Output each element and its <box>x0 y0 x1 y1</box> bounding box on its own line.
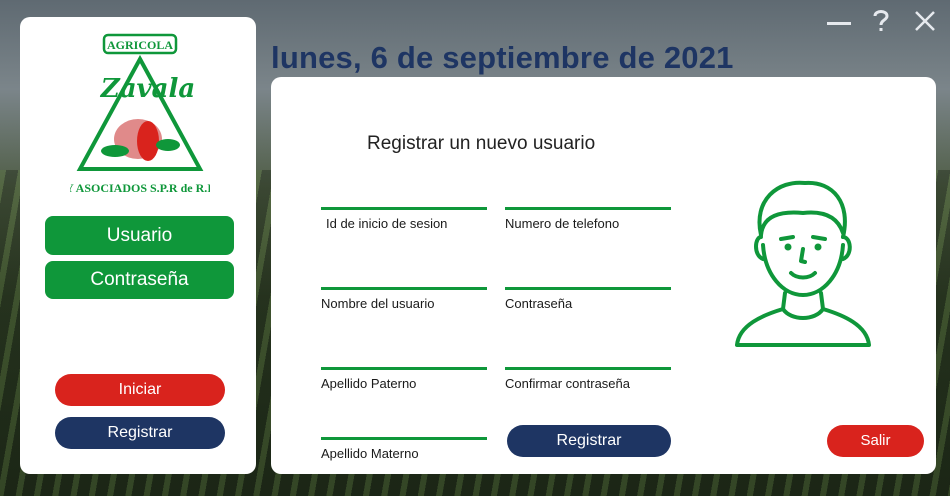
last-name-maternal-label: Apellido Materno <box>321 446 419 461</box>
username-field[interactable]: Usuario <box>45 216 234 255</box>
last-name-maternal-input[interactable] <box>321 437 487 440</box>
password-input[interactable] <box>505 287 671 290</box>
registration-panel: Registrar un nuevo usuario Id de inicio … <box>271 77 936 474</box>
logo-top-text: AGRICOLA <box>107 38 173 52</box>
form-title: Registrar un nuevo usuario <box>367 133 596 154</box>
last-name-paternal-label: Apellido Paterno <box>321 376 417 391</box>
sidebar-register-button[interactable]: Registrar <box>55 417 225 449</box>
last-name-paternal-input[interactable] <box>321 367 487 370</box>
exit-button[interactable]: Salir <box>827 425 924 457</box>
minimize-icon[interactable] <box>826 8 852 34</box>
login-id-input[interactable] <box>321 207 487 210</box>
company-logo: AGRICOLA Zavala Y ASOCIADOS S.P.R de R.I… <box>70 33 210 195</box>
phone-label: Numero de telefono <box>505 216 620 231</box>
current-date: lunes, 6 de septiembre de 2021 <box>271 40 734 75</box>
password-field[interactable]: Contraseña <box>45 261 234 299</box>
login-button[interactable]: Iniciar <box>55 374 225 406</box>
user-name-label: Nombre del usuario <box>321 296 435 311</box>
sidebar: AGRICOLA Zavala Y ASOCIADOS S.P.R de R.I… <box>20 17 256 474</box>
window-controls <box>826 8 940 34</box>
close-icon[interactable] <box>914 10 940 32</box>
user-name-input[interactable] <box>321 287 487 290</box>
password-label: Contraseña <box>505 296 573 311</box>
user-avatar-icon <box>735 180 871 347</box>
logo-name-text: Zavala <box>100 74 196 104</box>
help-icon[interactable] <box>870 8 896 34</box>
confirm-password-label: Confirmar contraseña <box>505 376 630 391</box>
logo-bottom-text: Y ASOCIADOS S.P.R de R.I. <box>70 181 210 195</box>
confirm-password-input[interactable] <box>505 367 671 370</box>
phone-input[interactable] <box>505 207 671 210</box>
register-button[interactable]: Registrar <box>507 425 671 457</box>
login-id-label: Id de inicio de sesion <box>326 216 448 231</box>
